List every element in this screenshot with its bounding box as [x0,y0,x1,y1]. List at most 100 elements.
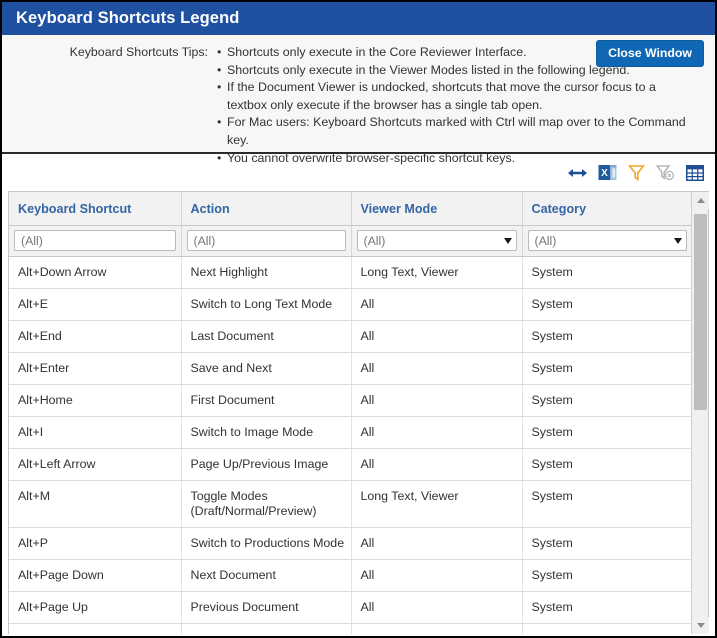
cell-action: First Document [181,385,351,417]
tips-label: Keyboard Shortcuts Tips: [2,44,208,59]
grid-header-row: Keyboard ShortcutActionViewer ModeCatego… [9,192,691,226]
cell-category: System [522,528,691,560]
scrollbar-thumb[interactable] [694,214,707,410]
cell-category: System [522,385,691,417]
table-row[interactable]: Alt+MToggle Modes(Draft/Normal/Preview)L… [9,481,691,528]
cell-viewer-mode: All [351,321,522,353]
cell-category: System [522,289,691,321]
cell-shortcut: Alt+Home [9,385,181,417]
cell-action-line: Page Down/Next Image [191,632,351,634]
filter-value: (All) [364,234,500,248]
scroll-up-button[interactable] [692,192,709,209]
tips-item: You cannot overwrite browser-specific sh… [217,150,697,168]
table-row[interactable]: Alt+ESwitch to Long Text ModeAllSystem [9,289,691,321]
table-row[interactable]: Alt+Down Arrow Next HighlightLong Text, V… [9,257,691,289]
table-row[interactable]: Alt+ISwitch to Image ModeAllSystem [9,417,691,449]
table-row[interactable]: Alt+Page UpPrevious DocumentAllSystem [9,592,691,624]
cell-action-line: Switch to Image Mode [191,425,351,440]
cell-category: System [522,353,691,385]
chevron-down-icon[interactable] [504,238,512,244]
table-row[interactable]: Alt+Right Arrow Page Down/Next ImageAllSy… [9,624,691,635]
cell-action-line: Save and Next [191,361,351,376]
cell-shortcut: Alt+P [9,528,181,560]
filter-select[interactable]: (All) [528,230,688,251]
cell-viewer-mode: All [351,289,522,321]
cell-viewer-mode: All [351,624,522,635]
cell-shortcut: Alt+E [9,289,181,321]
cell-action: Previous Document [181,592,351,624]
cell-action: Last Document [181,321,351,353]
column-filter-cell: (All) [351,226,522,257]
cell-category: System [522,592,691,624]
chevron-down-icon [697,623,705,628]
cell-action: Page Up/Previous Image [181,449,351,481]
column-header[interactable]: Keyboard Shortcut [9,192,181,226]
cell-action-line-2: (Draft/Normal/Preview) [191,504,351,519]
cell-action: Switch to Productions Mode [181,528,351,560]
cell-shortcut: Alt+Right Arrow [9,624,181,635]
table-row[interactable]: Alt+EndLast DocumentAllSystem [9,321,691,353]
table-row[interactable]: Alt+Page DownNext DocumentAllSystem [9,560,691,592]
cell-action: Toggle Modes(Draft/Normal/Preview) [181,481,351,528]
cell-viewer-mode: All [351,528,522,560]
cell-action-line: First Document [191,393,351,408]
cell-action: Switch to Image Mode [181,417,351,449]
chevron-down-icon[interactable] [674,238,682,244]
cell-action-line: Next Highlight [191,265,351,280]
table-row[interactable]: Alt+PSwitch to Productions ModeAllSystem [9,528,691,560]
filter-value: (All) [194,234,341,248]
column-filter-cell: (All) [9,226,181,257]
table-row[interactable]: Alt+Home First DocumentAllSystem [9,385,691,417]
cell-action-line: Page Up/Previous Image [191,457,351,472]
vertical-scrollbar[interactable] [691,192,708,634]
cell-shortcut: Alt+Page Down [9,560,181,592]
table-row[interactable]: Alt+Enter Save and NextAllSystem [9,353,691,385]
tips-item: If the Document Viewer is undocked, shor… [217,79,697,114]
cell-action: Next Document [181,560,351,592]
tips-item: For Mac users: Keyboard Shortcuts marked… [217,114,697,149]
cell-category: System [522,321,691,353]
filter-select[interactable]: (All) [357,230,517,251]
cell-category: System [522,449,691,481]
cell-category: System [522,417,691,449]
cell-shortcut: Alt+M [9,481,181,528]
svg-text:X: X [601,168,608,179]
close-window-button[interactable]: Close Window [596,40,704,67]
cell-action: Switch to Long Text Mode [181,289,351,321]
table-row[interactable]: Alt+Left ArrowPage Up/Previous ImageAllS… [9,449,691,481]
cell-action: Next Highlight [181,257,351,289]
cell-viewer-mode: All [351,560,522,592]
scroll-down-button[interactable] [692,617,709,634]
cell-shortcut: Alt+End [9,321,181,353]
cell-category: System [522,624,691,635]
chevron-up-icon [697,198,705,203]
cell-viewer-mode: All [351,385,522,417]
cell-viewer-mode: All [351,449,522,481]
cell-category: System [522,560,691,592]
column-header[interactable]: Category [522,192,691,226]
cell-shortcut: Alt+Enter [9,353,181,385]
window-title: Keyboard Shortcuts Legend [16,9,239,28]
cell-action-line: Toggle Modes [191,489,351,504]
filter-input[interactable]: (All) [14,230,176,251]
shortcuts-grid-body: Keyboard ShortcutActionViewer ModeCatego… [9,192,691,634]
grid-rows: Alt+Down ArrowNext HighlightLong Text, V… [9,257,691,635]
cell-action-line: Previous Document [191,600,351,615]
cell-category: System [522,257,691,289]
keyboard-shortcuts-legend-window: Keyboard Shortcuts Legend Keyboard Short… [0,0,717,638]
column-header[interactable]: Viewer Mode [351,192,522,226]
cell-shortcut: Alt+I [9,417,181,449]
cell-action: Save and Next [181,353,351,385]
cell-shortcut: Alt+Page Up [9,592,181,624]
column-filter-cell: (All) [181,226,351,257]
tips-panel: Keyboard Shortcuts Tips: Shortcuts only … [2,35,715,154]
column-header[interactable]: Action [181,192,351,226]
cell-viewer-mode: All [351,353,522,385]
cell-action: Page Down/Next Image [181,624,351,635]
cell-viewer-mode: Long Text, Viewer [351,481,522,528]
cell-shortcut: Alt+Down Arrow [9,257,181,289]
filter-input[interactable]: (All) [187,230,346,251]
cell-viewer-mode: Long Text, Viewer [351,257,522,289]
cell-category: System [522,481,691,528]
grid-filter-row: (All) (All) (All) (All) [9,226,691,257]
